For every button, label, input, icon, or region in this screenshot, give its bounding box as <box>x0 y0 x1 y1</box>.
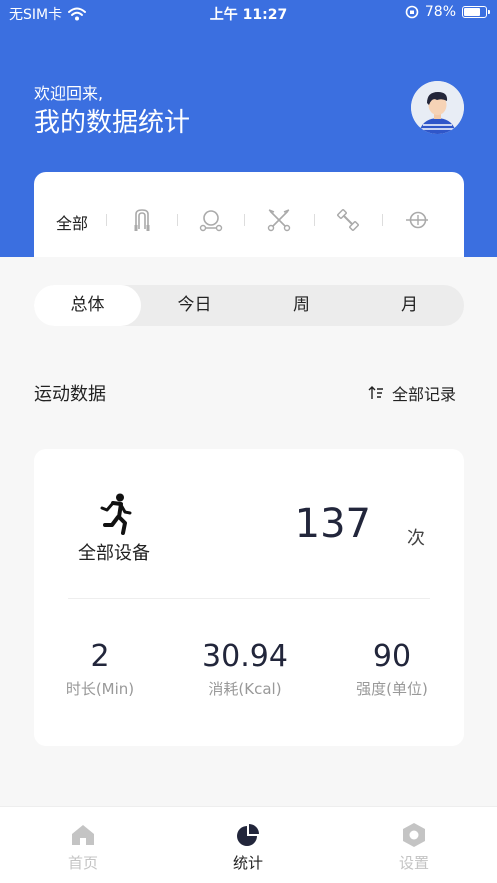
dumbbell-icon[interactable] <box>335 207 361 233</box>
tab-settings-label: 设置 <box>398 854 429 872</box>
stats-card: 全部设备 137 次 2 时长(Min) 30.94 消耗(Kcal) 90 强… <box>34 449 464 746</box>
tab-stats[interactable]: 统计 <box>188 807 308 883</box>
device-label: 全部设备 <box>78 543 150 564</box>
tab-stats-label: 统计 <box>232 854 263 872</box>
metric-intensity: 90 强度(单位) <box>342 639 442 699</box>
header-banner: 无SIM卡 上午 11:27 78% 欢迎回来, 我的数据统计 全部 <box>0 0 497 257</box>
battery-fill <box>464 8 480 16</box>
metric-label: 强度(单位) <box>356 680 428 698</box>
metric-label: 时长(Min) <box>65 680 135 698</box>
pie-chart-icon <box>237 824 259 846</box>
metric-value: 30.94 <box>202 639 288 674</box>
battery-percent: 78% <box>424 4 456 20</box>
category-separator <box>106 214 107 226</box>
status-right: 78% <box>405 4 490 20</box>
battery-cap <box>488 10 490 14</box>
period-tab-today[interactable]: 今日 <box>141 285 248 326</box>
home-icon <box>72 825 94 845</box>
bar-icon[interactable] <box>198 207 224 233</box>
avatar-illustration <box>411 81 464 134</box>
period-tab-overall[interactable]: 总体 <box>34 285 141 326</box>
battery-icon <box>462 6 490 18</box>
gear-icon <box>403 823 425 847</box>
metric-value: 90 <box>372 639 412 674</box>
sort-icon <box>368 386 383 399</box>
tab-home[interactable]: 首页 <box>23 807 143 883</box>
crossed-bars-icon[interactable] <box>266 207 292 233</box>
tab-home-label: 首页 <box>67 854 98 872</box>
metric-calories: 30.94 消耗(Kcal) <box>190 639 300 699</box>
metric-value: 2 <box>90 639 110 674</box>
tab-settings[interactable]: 设置 <box>354 807 474 883</box>
category-separator <box>314 214 315 226</box>
all-records-link[interactable]: 全部记录 <box>368 381 456 405</box>
period-segmented-control: 总体 今日 周 月 <box>34 285 464 326</box>
running-person-icon <box>100 493 132 535</box>
page-title: 我的数据统计 <box>34 108 191 138</box>
category-separator <box>244 214 245 226</box>
rotation-lock-icon <box>405 5 419 19</box>
count-unit: 次 <box>407 528 425 549</box>
welcome-text: 欢迎回来, <box>34 84 104 103</box>
category-separator <box>177 214 178 226</box>
total-count: 137 <box>294 501 371 547</box>
metric-label: 消耗(Kcal) <box>208 680 282 698</box>
all-records-label: 全部记录 <box>391 385 456 404</box>
jump-rope-icon[interactable] <box>129 207 155 233</box>
period-tab-month[interactable]: 月 <box>356 285 463 326</box>
period-tab-week[interactable]: 周 <box>248 285 355 326</box>
bottom-tab-bar: 首页 统计 设置 <box>0 806 497 883</box>
card-divider <box>68 598 430 599</box>
avatar[interactable] <box>411 81 464 134</box>
category-separator <box>382 214 383 226</box>
category-filter-card: 全部 <box>34 172 464 257</box>
status-bar: 无SIM卡 上午 11:27 78% <box>0 0 497 26</box>
metric-duration: 2 时长(Min) <box>50 639 150 699</box>
section-title: 运动数据 <box>34 384 106 405</box>
weight-plate-icon[interactable] <box>404 207 430 233</box>
category-all[interactable]: 全部 <box>56 210 88 234</box>
